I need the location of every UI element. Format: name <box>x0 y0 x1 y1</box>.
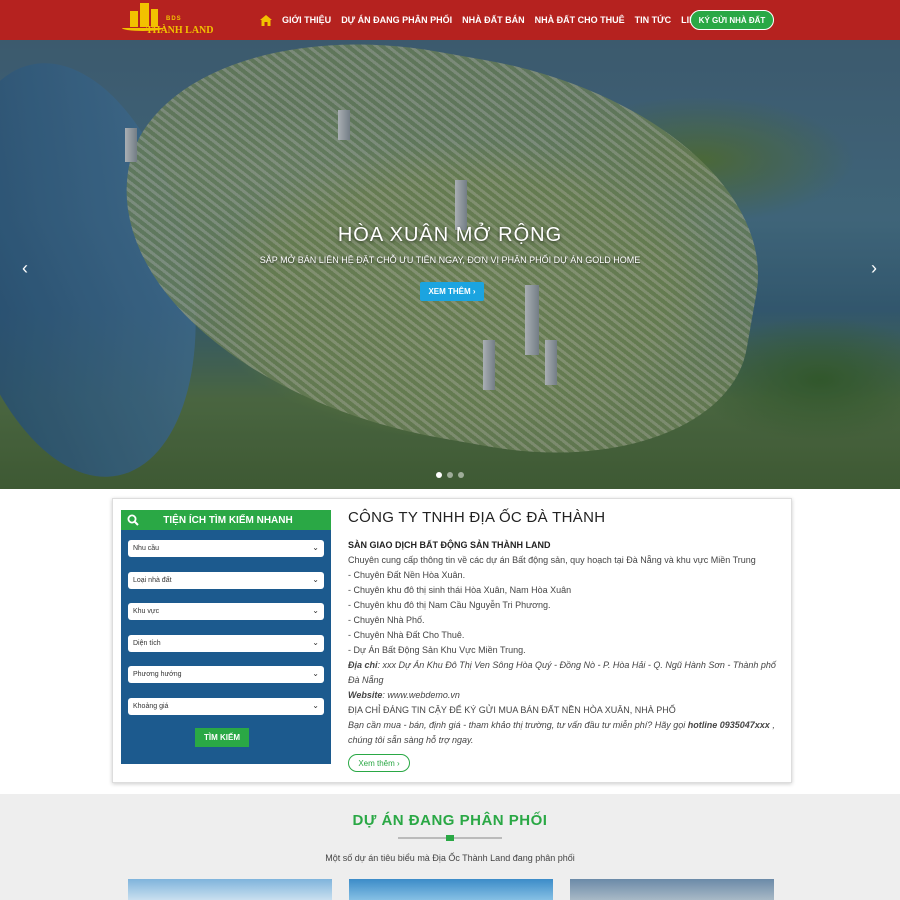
address-value: : xxx Dự Án Khu Đô Thị Ven Sông Hòa Quý … <box>377 660 776 670</box>
header: BDS THÀNH LAND GIỚI THIỆU DỰ ÁN ĐANG PHÂ… <box>0 0 900 40</box>
nav-nha-dat-ban[interactable]: NHÀ ĐẤT BÁN <box>462 15 525 25</box>
need-select[interactable]: Nhu cầu ⌄ <box>128 540 324 557</box>
company-more-button[interactable]: Xem thêm › <box>348 754 410 772</box>
hotline[interactable]: hotline 0935047xxx <box>688 720 770 730</box>
project-thumbnail[interactable] <box>570 879 774 900</box>
projects-title: DỰ ÁN ĐANG PHÂN PHỐI <box>352 812 548 829</box>
property-type-value: Loại nhà đất <box>133 577 172 584</box>
trust-line: ĐỊA CHỈ ĐÁNG TIN CẬY ĐỂ KÝ GỬI MUA BÁN Đ… <box>348 705 676 715</box>
intro-section: TIỆN ÍCH TÌM KIẾM NHANH Nhu cầu ⌄ Loại nh… <box>112 498 792 783</box>
website-label: Website <box>348 690 383 700</box>
address-label: Địa chỉ <box>348 660 378 670</box>
logo-name: THÀNH LAND <box>146 25 214 36</box>
hero-title: HÒA XUÂN MỞ RỘNG <box>337 224 563 246</box>
company-intro: Chuyên cung cấp thông tin về các dự án B… <box>348 555 756 565</box>
price-select[interactable]: Khoảng giá ⌄ <box>128 698 324 715</box>
slider-dot[interactable] <box>436 472 442 478</box>
service-item: - Chuyên khu đô thị sinh thái Hòa Xuân, … <box>348 585 572 595</box>
service-item: - Chuyên Đất Nền Hòa Xuân. <box>348 570 466 580</box>
consult-text: Bạn cần mua - bán, định giá - tham khảo … <box>348 720 688 730</box>
address-cont: Đà Nẵng <box>348 673 778 688</box>
next-arrow-icon[interactable]: › <box>871 258 877 279</box>
website-link[interactable]: : www.webdemo.vn <box>382 690 460 700</box>
area-value: Khu vực <box>133 608 160 615</box>
nav-nha-dat-cho-thue[interactable]: NHÀ ĐẤT CHO THUÊ <box>535 15 625 25</box>
quick-search-title: TIỆN ÍCH TÌM KIẾM NHANH <box>163 514 293 526</box>
projects-section: DỰ ÁN ĐANG PHÂN PHỐI Một số dự án tiêu b… <box>0 794 900 900</box>
address: Địa chỉ: xxx Dự Án Khu Đô Thị Ven Sông H… <box>348 658 778 673</box>
project-thumbnail[interactable] <box>349 879 553 900</box>
direction-value: Phương hướng <box>133 671 182 678</box>
company-subtitle: SÀN GIAO DỊCH BẤT ĐỘNG SẢN THÀNH LAND <box>348 540 551 550</box>
title-divider <box>398 835 502 841</box>
consult-text-2: chúng tôi sẵn sàng hỗ trợ ngay. <box>348 735 474 745</box>
nav-gioi-thieu[interactable]: GIỚI THIỆU <box>282 15 331 25</box>
property-type-select[interactable]: Loại nhà đất ⌄ <box>128 572 324 589</box>
chevron-down-icon: ⌄ <box>312 669 319 678</box>
projects-subtitle: Một số dự án tiêu biểu mà Địa Ốc Thành L… <box>325 853 575 863</box>
prev-arrow-icon[interactable]: ‹ <box>22 258 28 279</box>
logo-bds: BDS <box>166 16 182 22</box>
company-title: CÔNG TY TNHH ĐỊA ỐC ĐÀ THÀNH <box>348 509 606 526</box>
chevron-down-icon: ⌄ <box>312 638 319 647</box>
size-select[interactable]: Diện tích ⌄ <box>128 635 324 652</box>
area-select[interactable]: Khu vực ⌄ <box>128 603 324 620</box>
price-value: Khoảng giá <box>133 703 169 710</box>
company-info: CÔNG TY TNHH ĐỊA ỐC ĐÀ THÀNH SÀN GIAO DỊ… <box>348 509 778 772</box>
chevron-down-icon: ⌄ <box>312 575 319 584</box>
slider-dots <box>436 472 464 478</box>
nav-tin-tuc[interactable]: TIN TỨC <box>635 15 671 25</box>
hero-more-button[interactable]: XEM THÊM › <box>420 282 484 301</box>
need-select-value: Nhu cầu <box>133 545 160 552</box>
chevron-down-icon: ⌄ <box>312 606 319 615</box>
project-thumbnail[interactable] <box>128 879 332 900</box>
consult-line-2: chúng tôi sẵn sàng hỗ trợ ngay. <box>348 733 778 748</box>
hero-more-label: XEM THÊM <box>428 287 471 296</box>
search-button[interactable]: TÌM KIẾM <box>195 728 249 747</box>
chevron-down-icon: ⌄ <box>312 543 319 552</box>
main-nav: GIỚI THIỆU DỰ ÁN ĐANG PHÂN PHỐI NHÀ ĐẤT … <box>260 0 727 40</box>
address-value-2: Đà Nẵng <box>348 675 384 685</box>
hero-subtitle: SẮP MỞ BÁN LIÊN HỆ ĐẶT CHỖ ƯU TIÊN NGAY,… <box>259 255 641 265</box>
home-icon[interactable] <box>260 14 274 26</box>
chevron-down-icon: ⌄ <box>312 701 319 710</box>
company-more-label: Xem thêm <box>358 758 395 768</box>
website: Website: www.webdemo.vn <box>348 688 778 703</box>
size-value: Diện tích <box>133 640 161 647</box>
hero-slider: HÒA XUÂN MỞ RỘNG SẮP MỞ BÁN LIÊN HỆ ĐẶT … <box>0 40 900 489</box>
logo[interactable]: BDS THÀNH LAND <box>122 3 214 37</box>
consult-line: Bạn cần mua - bán, định giá - tham khảo … <box>348 718 778 733</box>
service-item: - Dự Án Bất Động Sản Khu Vực Miền Trung. <box>348 645 526 655</box>
consult-tail: , <box>769 720 775 730</box>
nav-du-an[interactable]: DỰ ÁN ĐANG PHÂN PHỐI <box>341 15 452 25</box>
consign-button[interactable]: KÝ GỬI NHÀ ĐẤT <box>690 10 774 30</box>
search-icon <box>121 514 145 526</box>
quick-search-panel: TIỆN ÍCH TÌM KIẾM NHANH Nhu cầu ⌄ Loại nh… <box>121 510 331 764</box>
slider-dot[interactable] <box>447 472 453 478</box>
slider-dot[interactable] <box>458 472 464 478</box>
service-item: - Chuyên Nhà Phố. <box>348 615 425 625</box>
quick-search-header: TIỆN ÍCH TÌM KIẾM NHANH <box>121 510 331 530</box>
service-item: - Chuyên Nhà Đất Cho Thuê. <box>348 630 465 640</box>
service-item: - Chuyên khu đô thị Nam Cầu Nguyễn Tri P… <box>348 600 551 610</box>
direction-select[interactable]: Phương hướng ⌄ <box>128 666 324 683</box>
